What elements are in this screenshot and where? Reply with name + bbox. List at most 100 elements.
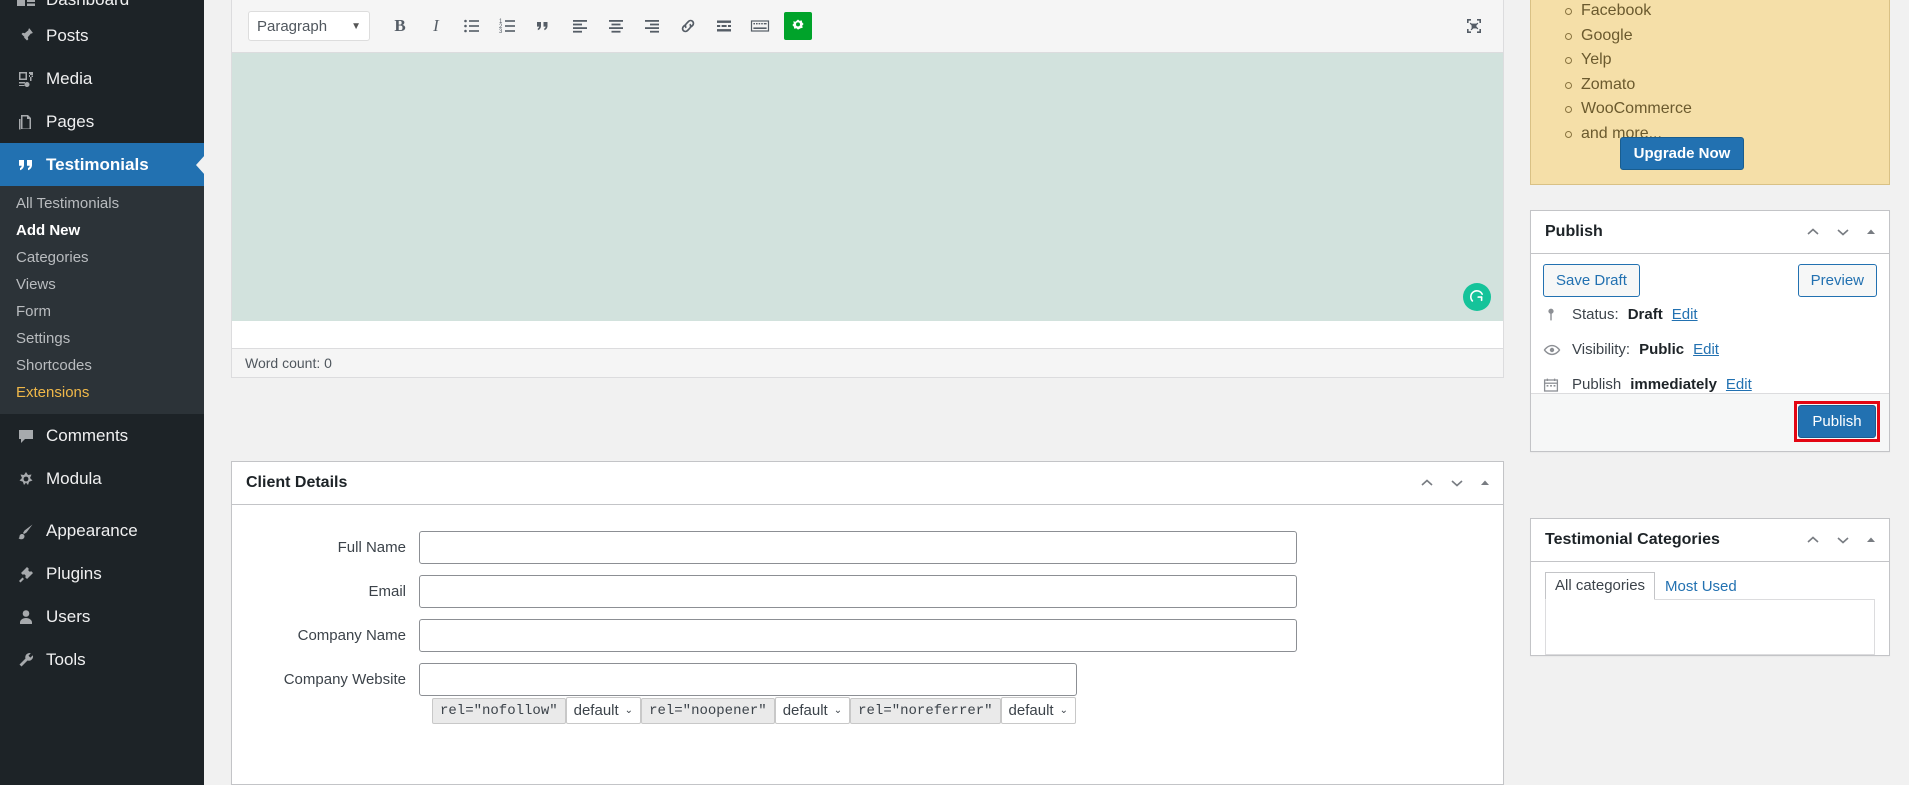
- sidebar-item-testimonials[interactable]: Testimonials: [0, 143, 204, 186]
- status-edit-link[interactable]: Edit: [1672, 306, 1698, 323]
- sidebar-item-modula[interactable]: Modula: [0, 457, 204, 500]
- collapse-toggle-icon[interactable]: [1479, 477, 1491, 489]
- align-left-icon[interactable]: [564, 11, 596, 41]
- sidebar-item-label: Testimonials: [46, 154, 149, 174]
- upgrade-now-button[interactable]: Upgrade Now: [1620, 137, 1744, 170]
- editor-toolbar: Paragraph ▼ B I 123: [232, 0, 1503, 53]
- visibility-edit-link[interactable]: Edit: [1693, 341, 1719, 358]
- status-value: Draft: [1627, 306, 1663, 323]
- schedule-label: Publish: [1572, 376, 1622, 393]
- sidebar-item-plugins[interactable]: Plugins: [0, 552, 204, 595]
- sidebar-item-dashboard[interactable]: Dashboard: [0, 0, 204, 14]
- numbered-list-icon[interactable]: 123: [492, 11, 524, 41]
- full-name-input[interactable]: [419, 531, 1297, 564]
- brush-icon: [16, 521, 46, 541]
- promo-item: WooCommerce: [1565, 97, 1889, 122]
- keyboard-shortcuts-icon[interactable]: [744, 11, 776, 41]
- publish-metabox: Publish Save Draft Preview Status: Draft…: [1530, 210, 1890, 452]
- sidebar-item-pages[interactable]: Pages: [0, 100, 204, 143]
- save-draft-button[interactable]: Save Draft: [1543, 264, 1640, 297]
- move-down-icon[interactable]: [1835, 224, 1851, 240]
- rel-noopener-select[interactable]: default ⌄: [774, 697, 851, 724]
- rel-noreferrer-select[interactable]: default ⌄: [1000, 697, 1076, 724]
- metabox-controls: [1419, 475, 1491, 491]
- collapse-toggle-icon[interactable]: [1865, 534, 1877, 546]
- sidebar-item-media[interactable]: Media: [0, 57, 204, 100]
- align-center-icon[interactable]: [600, 11, 632, 41]
- bulleted-list-icon[interactable]: [456, 11, 488, 41]
- submenu-item-extensions[interactable]: Extensions: [0, 379, 204, 406]
- read-more-icon[interactable]: [708, 11, 740, 41]
- categories-title: Testimonial Categories: [1545, 531, 1720, 548]
- align-right-icon[interactable]: [636, 11, 668, 41]
- client-details-metabox: Client Details Full Name Email Company N…: [231, 461, 1504, 785]
- move-up-icon[interactable]: [1805, 224, 1821, 240]
- sidebar-item-users[interactable]: Users: [0, 595, 204, 638]
- form-row-full-name: Full Name: [250, 531, 1503, 564]
- rel-noopener-label: rel="noopener": [641, 697, 775, 724]
- italic-icon[interactable]: I: [420, 11, 452, 41]
- sidebar-item-label: Comments: [46, 425, 129, 445]
- submenu-item-all-testimonials[interactable]: All Testimonials: [0, 190, 204, 217]
- tab-all-categories[interactable]: All categories: [1545, 572, 1656, 600]
- status-row: Status: Draft Edit: [1543, 306, 1698, 323]
- submenu-item-add-new[interactable]: Add New: [0, 217, 204, 244]
- submenu-item-categories[interactable]: Categories: [0, 244, 204, 271]
- email-input[interactable]: [419, 575, 1297, 608]
- link-icon[interactable]: [672, 11, 704, 41]
- submenu-item-views[interactable]: Views: [0, 271, 204, 298]
- dashboard-icon: [16, 0, 46, 10]
- preview-button[interactable]: Preview: [1797, 264, 1877, 297]
- editor-content-area[interactable]: [232, 53, 1503, 321]
- submenu-item-settings[interactable]: Settings: [0, 325, 204, 352]
- submenu-item-form[interactable]: Form: [0, 298, 204, 325]
- sidebar-item-posts[interactable]: Posts: [0, 14, 204, 57]
- move-up-icon[interactable]: [1419, 475, 1435, 491]
- user-icon: [16, 607, 46, 627]
- wordpress-admin-screen: Dashboard Posts Media Pages Testimonials: [0, 0, 1909, 785]
- categories-list[interactable]: [1545, 599, 1875, 655]
- company-website-input[interactable]: [419, 663, 1077, 696]
- word-count-bar: Word count: 0: [232, 348, 1503, 377]
- sidebar-item-label: Tools: [46, 649, 86, 669]
- toolbar-toggle-icon[interactable]: [784, 12, 812, 40]
- chevron-down-icon: ⌄: [833, 705, 843, 716]
- sidebar-item-comments[interactable]: Comments: [0, 414, 204, 457]
- pages-icon: [16, 112, 46, 132]
- media-icon: [16, 69, 46, 89]
- sidebar-item-appearance[interactable]: Appearance: [0, 509, 204, 552]
- chevron-down-icon: ▼: [351, 20, 361, 32]
- sidebar-item-label: Pages: [46, 111, 95, 131]
- bold-icon[interactable]: B: [384, 11, 416, 41]
- sidebar-item-label: Users: [46, 606, 91, 626]
- sidebar-item-label: Appearance: [46, 520, 138, 540]
- publish-footer: Publish: [1531, 393, 1889, 451]
- distraction-free-icon[interactable]: [1459, 11, 1489, 41]
- blockquote-icon[interactable]: [528, 11, 560, 41]
- visibility-row: Visibility: Public Edit: [1543, 341, 1719, 358]
- chevron-down-icon: ⌄: [1059, 705, 1068, 716]
- schedule-edit-link[interactable]: Edit: [1726, 376, 1752, 393]
- promo-item: Google: [1565, 24, 1889, 49]
- submenu-item-shortcodes[interactable]: Shortcodes: [0, 352, 204, 379]
- rel-nofollow-label: rel="nofollow": [432, 697, 566, 724]
- svg-text:3: 3: [499, 29, 503, 35]
- move-down-icon[interactable]: [1449, 475, 1465, 491]
- paragraph-format-select[interactable]: Paragraph ▼: [248, 11, 370, 41]
- modula-icon: [16, 469, 46, 489]
- grammarly-icon[interactable]: [1463, 283, 1491, 311]
- move-down-icon[interactable]: [1835, 532, 1851, 548]
- company-website-label: Company Website: [283, 671, 406, 688]
- move-up-icon[interactable]: [1805, 532, 1821, 548]
- email-label: Email: [368, 583, 406, 600]
- tab-most-used[interactable]: Most Used: [1655, 573, 1747, 600]
- editor-spacer: [232, 321, 1503, 348]
- sidebar-item-tools[interactable]: Tools: [0, 638, 204, 681]
- sidebar-divider: [0, 500, 204, 509]
- rel-nofollow-select[interactable]: default ⌄: [565, 697, 642, 724]
- client-details-header: Client Details: [232, 462, 1503, 505]
- company-name-input[interactable]: [419, 619, 1297, 652]
- quote-icon: [16, 155, 46, 175]
- collapse-toggle-icon[interactable]: [1865, 226, 1877, 238]
- publish-button[interactable]: Publish: [1798, 405, 1876, 438]
